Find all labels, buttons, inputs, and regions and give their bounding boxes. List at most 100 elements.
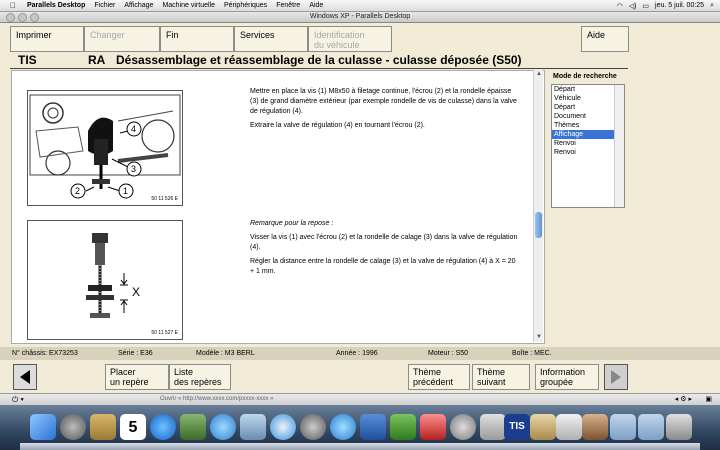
change-button[interactable]: Changer bbox=[84, 26, 160, 52]
button-label-line1: Thème bbox=[477, 367, 506, 377]
engine: Moteur : S50 bbox=[428, 350, 469, 357]
remark-heading: Remarque pour la repose : bbox=[250, 220, 334, 227]
previous-arrow-button[interactable] bbox=[13, 364, 37, 390]
menu-app-name[interactable]: Parallels Desktop bbox=[27, 2, 85, 9]
dimension-x-label: X bbox=[132, 285, 140, 299]
arrow-right-icon bbox=[611, 370, 621, 384]
apple-icon[interactable]:  bbox=[10, 1, 16, 10]
valve-adjustment-illustration: X bbox=[86, 233, 140, 318]
battery-icon[interactable]: ▭ bbox=[642, 2, 649, 10]
menu-peripheriques[interactable]: Périphériques bbox=[224, 2, 267, 9]
figure-code: 50 11 527 E bbox=[151, 330, 178, 336]
volume-icon[interactable]: ◁) bbox=[629, 2, 637, 10]
spotlight-search-icon[interactable]: ⌕ bbox=[710, 2, 714, 10]
tis-icon[interactable]: TIS bbox=[504, 414, 530, 440]
menu-fichier[interactable]: Fichier bbox=[94, 2, 115, 9]
gearbox: Boîte : MEC. bbox=[512, 350, 552, 357]
document-title-row: TIS RA Désassemblage et réassemblage de … bbox=[10, 53, 628, 69]
identification-label-line1: Identification bbox=[314, 30, 365, 40]
search-mode-label: Mode de recherche bbox=[553, 73, 617, 80]
preview-icon[interactable] bbox=[240, 414, 266, 440]
scroll-down-icon[interactable]: ▼ bbox=[534, 333, 544, 342]
previous-topic-button[interactable]: Thème précédent bbox=[408, 364, 470, 390]
trash-icon[interactable] bbox=[666, 414, 692, 440]
print-label: Imprimer bbox=[16, 30, 52, 40]
bookmark-list-button[interactable]: Liste des repères bbox=[169, 364, 231, 390]
services-button[interactable]: Services bbox=[234, 26, 308, 52]
button-label-line2: suivant bbox=[477, 377, 506, 387]
finder-icon[interactable] bbox=[30, 414, 56, 440]
change-label: Changer bbox=[90, 30, 125, 40]
status-url: Ouvrir « http://www.xxxx.com/pxxxx-xxxx … bbox=[160, 396, 274, 402]
arrow-left-icon bbox=[20, 370, 30, 384]
callout-4: 4 bbox=[131, 124, 136, 134]
callout-1: 1 bbox=[123, 186, 128, 196]
figure-valve-removal: 4 3 2 1 50 11 526 E bbox=[27, 90, 183, 206]
grouped-information-button[interactable]: Information groupée bbox=[535, 364, 599, 390]
page-title: Désassemblage et réassemblage de la cula… bbox=[116, 53, 522, 67]
button-label-line1: Thème bbox=[413, 367, 442, 377]
close-icon[interactable] bbox=[6, 13, 15, 22]
messages-icon[interactable] bbox=[330, 414, 356, 440]
menu-aide[interactable]: Aide bbox=[309, 2, 323, 9]
safari-icon[interactable] bbox=[270, 414, 296, 440]
identification-label-line2: du véhicule bbox=[314, 40, 360, 50]
mac-dock: 5 TIS bbox=[0, 405, 720, 450]
figure-code: 50 11 526 E bbox=[151, 196, 178, 202]
photos-icon[interactable] bbox=[582, 414, 608, 440]
place-bookmark-button[interactable]: Placer un repère bbox=[105, 364, 169, 390]
menu-affichage[interactable]: Affichage bbox=[124, 2, 153, 9]
mac-menu-bar:  Parallels Desktop Fichier Affichage Ma… bbox=[0, 0, 720, 12]
vehicle-identification-button[interactable]: Identification du véhicule bbox=[308, 26, 392, 52]
settings-icon[interactable] bbox=[450, 414, 476, 440]
series: Série : E36 bbox=[118, 350, 153, 357]
button-label-line2: un repère bbox=[110, 377, 149, 387]
home-icon[interactable] bbox=[556, 414, 582, 440]
list-scrollbar[interactable] bbox=[614, 85, 624, 207]
instruction-text: Extraire la valve de régulation (4) en t… bbox=[250, 122, 425, 129]
rocket-icon[interactable] bbox=[60, 414, 86, 440]
parallels-icon[interactable] bbox=[480, 414, 506, 440]
excel-icon[interactable] bbox=[390, 414, 416, 440]
photo-icon[interactable] bbox=[180, 414, 206, 440]
settings-gear-icon[interactable]: ◂ ⚙ ▸ bbox=[675, 395, 692, 403]
search-mode-list[interactable]: Départ Véhicule Départ Document Thèmes A… bbox=[551, 84, 625, 208]
power-icon[interactable]: ⏻ ▾ bbox=[12, 395, 24, 405]
menubar-clock[interactable]: jeu. 5 juil. 00:25 bbox=[655, 2, 704, 9]
photobooth-icon[interactable] bbox=[420, 414, 446, 440]
chess-icon[interactable] bbox=[530, 414, 556, 440]
chassis-number: N° châssis: EX73253 bbox=[12, 350, 78, 357]
folder-icon[interactable] bbox=[638, 414, 664, 440]
calendar-day: 5 bbox=[128, 419, 138, 436]
itunes-icon[interactable] bbox=[210, 414, 236, 440]
print-button[interactable]: Imprimer bbox=[10, 26, 84, 52]
scroll-thumb[interactable] bbox=[535, 212, 542, 238]
appstore-icon[interactable] bbox=[150, 414, 176, 440]
wifi-icon[interactable]: ◠ bbox=[617, 2, 623, 10]
calendar-icon[interactable]: 5 bbox=[120, 414, 146, 440]
minimize-icon[interactable] bbox=[18, 13, 27, 22]
figure-valve-adjustment: X 50 11 527 E bbox=[27, 220, 183, 340]
tis-label: TIS bbox=[18, 53, 37, 67]
menu-machine-virtuelle[interactable]: Machine virtuelle bbox=[162, 2, 215, 9]
help-button[interactable]: Aide bbox=[581, 26, 629, 52]
next-topic-button[interactable]: Thème suivant bbox=[472, 364, 530, 390]
end-label: Fin bbox=[166, 30, 179, 40]
instruction-text: Régler la distance entre la rondelle de … bbox=[250, 258, 516, 275]
help-label: Aide bbox=[587, 30, 606, 40]
word-icon[interactable] bbox=[360, 414, 386, 440]
spotlight-icon[interactable] bbox=[300, 414, 326, 440]
window-title-bar: Windows XP - Parallels Desktop bbox=[0, 12, 720, 23]
scroll-up-icon[interactable]: ▲ bbox=[534, 70, 544, 79]
zoom-icon[interactable] bbox=[30, 13, 39, 22]
button-label-line1: Liste bbox=[174, 367, 194, 377]
next-arrow-button[interactable] bbox=[604, 364, 628, 390]
end-button[interactable]: Fin bbox=[160, 26, 234, 52]
menu-fenetre[interactable]: Fenêtre bbox=[276, 2, 300, 9]
vehicle-status-bar: N° châssis: EX73253 Série : E36 Modèle :… bbox=[0, 347, 720, 360]
folder-icon[interactable] bbox=[610, 414, 636, 440]
valve-removal-illustration: 4 3 2 1 bbox=[29, 94, 181, 199]
contacts-icon[interactable] bbox=[90, 414, 116, 440]
content-scrollbar[interactable]: ▲ ▼ bbox=[533, 70, 543, 342]
fullscreen-icon[interactable]: ▣ bbox=[705, 395, 712, 403]
